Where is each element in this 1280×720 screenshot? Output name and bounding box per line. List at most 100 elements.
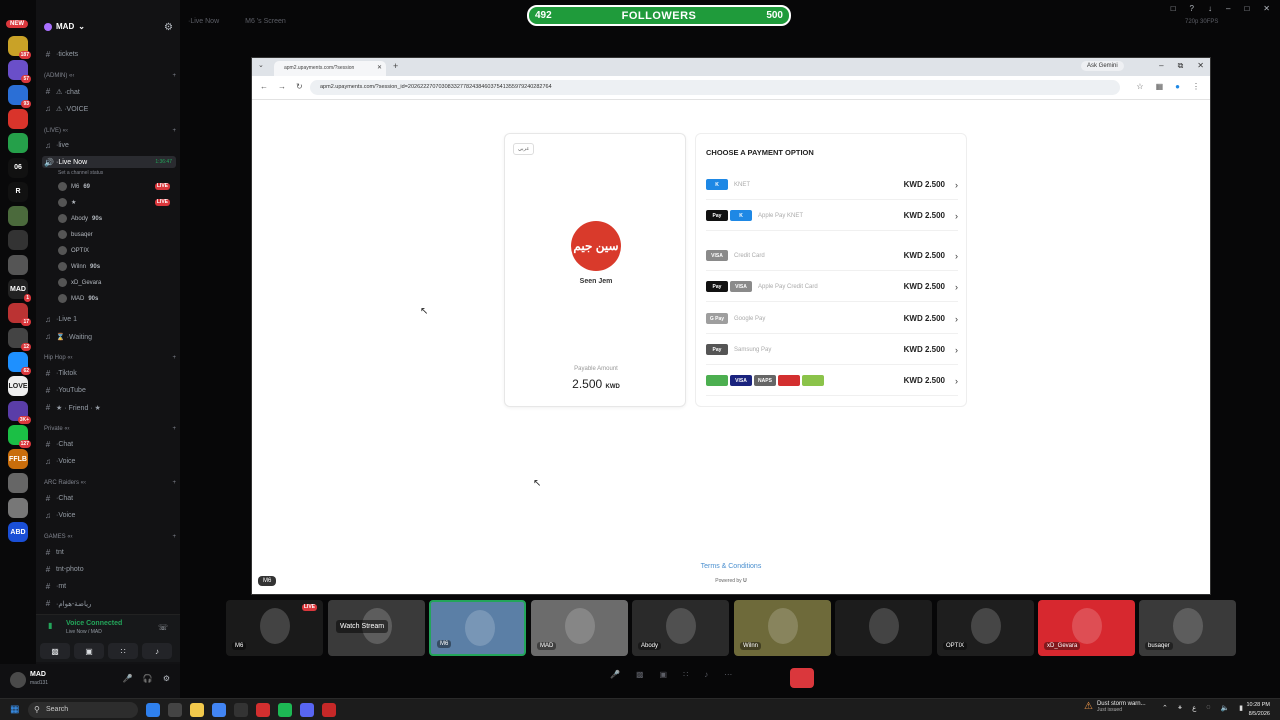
voice-user[interactable]: Wilnn 90s [58,262,174,271]
language-toggle[interactable]: عربي [513,143,535,155]
browser-close-icon[interactable]: ✕ [1197,61,1204,71]
participant-tile[interactable]: xD_Gevara [1038,600,1135,656]
voice-user[interactable]: xD_Gevara [58,278,174,287]
server-icon[interactable] [8,230,28,251]
voice-user[interactable]: M6 69 LIVE [58,182,174,191]
terms-link[interactable]: Terms & Conditions [252,563,1210,570]
weather-widget[interactable]: ⚠ Dust storm warn... Just issued [1084,701,1146,713]
server-icon[interactable]: R [8,181,28,202]
avatar[interactable] [10,672,26,688]
tray-chevron-icon[interactable]: ⌃ [1162,704,1168,712]
server-title[interactable]: MAD ⌄ [44,22,85,31]
obs-icon[interactable] [322,703,336,717]
server-icon[interactable]: 06 [8,157,28,178]
server-icon[interactable]: 57 [8,60,31,84]
text-channel[interactable]: # tnt-photo [44,565,176,574]
participant-tile[interactable]: Watch Stream [328,600,425,656]
server-icon[interactable]: 93 [8,84,31,108]
channel-live-now[interactable]: 🔊 ·Live Now 1:36:47 [42,156,176,168]
server-icon[interactable] [8,133,28,154]
channel-status[interactable]: Set a channel status [58,170,103,176]
inbox-icon[interactable]: □ [1171,4,1176,13]
menu-icon[interactable]: ⋮ [1192,82,1200,91]
voice-user[interactable]: Abody 90s [58,214,174,223]
help-icon[interactable]: ? [1190,4,1194,13]
participant-tile[interactable]: Abody [632,600,729,656]
participant-tile[interactable]: M6 [429,600,526,656]
server-icon[interactable]: LOVE [8,376,28,397]
text-channel[interactable]: # ·Tiktok [44,369,176,378]
payment-option[interactable]: Pay K Apple Pay KNET KWD 2.500 › [706,201,958,231]
camera-toggle-icon[interactable]: ▩ [636,670,644,679]
participant-tile[interactable]: M6 LIVE [226,600,323,656]
soundboard-icon[interactable]: ♪ [704,670,708,679]
taskbar-clock[interactable]: 10:28 PM 8/5/2026 [1246,701,1270,719]
server-icon[interactable]: 187 [8,36,31,59]
language-icon[interactable]: ع [1192,704,1196,712]
text-channel[interactable]: # ·YouTube [44,386,176,395]
payment-option[interactable]: VISA Credit Card KWD 2.500 › [706,241,958,271]
payment-option[interactable]: G Pay Google Pay KWD 2.500 › [706,304,958,334]
text-channel[interactable]: # ·Chat [44,440,176,449]
text-channel[interactable]: # ★ · Friend · ★ [44,403,176,412]
server-icon[interactable]: 12 [8,327,31,351]
discord-icon[interactable] [300,703,314,717]
channel-category[interactable]: (LIVE) «‹ + [44,128,176,134]
reload-icon[interactable]: ↻ [296,82,303,91]
add-channel-icon[interactable]: + [172,128,176,134]
battery-icon[interactable]: ▮ [1239,704,1243,712]
mic-toggle-icon[interactable]: 🎤 [610,670,620,679]
more-icon[interactable]: ⋯ [724,670,732,679]
minimize-icon[interactable]: – [1226,4,1230,13]
server-icon[interactable] [8,206,28,227]
channel-category[interactable]: Private «‹ + [44,426,176,432]
screen-share-button[interactable]: ▣ [74,643,104,659]
wifi-icon[interactable]: ◌ [1206,704,1210,712]
store-icon[interactable] [168,703,182,717]
tab-list-icon[interactable]: ⌄ [258,61,264,69]
channel-category[interactable]: GAMES «‹ + [44,534,176,540]
watch-stream-button[interactable]: Watch Stream [336,620,389,633]
address-bar[interactable]: apm2.upayments.com/?session_id=202622270… [310,80,1120,95]
voice-channel[interactable]: ♫ ·Voice [44,511,176,520]
server-icon[interactable] [8,108,28,129]
end-call-button[interactable] [790,668,814,688]
payment-option[interactable]: Pay Samsung Pay KWD 2.500 › [706,335,958,365]
payment-option[interactable]: Pay VISA Apple Pay Credit Card KWD 2.500 › [706,272,958,302]
profile-icon[interactable]: ● [1175,82,1180,91]
add-channel-icon[interactable]: + [172,355,176,361]
server-icon[interactable] [8,473,28,494]
voice-user[interactable]: MAD 90s [58,294,174,303]
payment-option[interactable]: VISA NAPS KWD 2.500 › [706,366,958,396]
bookmark-star-icon[interactable]: ☆ [1136,82,1143,91]
voice-channel[interactable]: ♫ ⚠ ·VOICE [44,104,176,113]
add-channel-icon[interactable]: + [172,426,176,432]
screen-share-icon[interactable]: ▣ [660,670,668,679]
windows-start-icon[interactable]: ▦ [10,704,19,715]
voice-channel[interactable]: ♫ ·live [44,141,176,150]
browser-restore-icon[interactable]: ⧉ [1178,61,1184,71]
payment-option[interactable]: K KNET KWD 2.500 › [706,170,958,200]
file-explorer-icon[interactable] [190,703,204,717]
add-channel-icon[interactable]: + [172,534,176,540]
voice-channel[interactable]: ♫ ·Live 1 [44,315,176,324]
add-friend-icon[interactable]: ⚙ [164,22,173,33]
server-icon[interactable]: FFLB [8,449,28,470]
voice-user[interactable]: ★ LIVE [58,198,174,207]
server-icon[interactable] [8,254,28,275]
browser-tab[interactable]: apm2.upayments.com/?session ✕ [274,61,386,76]
volume-icon[interactable]: 🔈 [1220,704,1229,712]
voice-channel[interactable]: ♫ ·Voice [44,457,176,466]
browser-minimize-icon[interactable]: – [1159,61,1163,71]
text-channel[interactable]: # tnt [44,548,176,557]
activity-icon[interactable]: ∷ [683,670,688,679]
forward-icon[interactable]: → [278,82,286,91]
text-channel[interactable]: # ·رياضة-هوام [44,599,176,608]
maximize-icon[interactable]: □ [1244,4,1249,13]
add-channel-icon[interactable]: + [172,480,176,486]
edge-icon[interactable] [146,703,160,717]
headphones-icon[interactable]: 🎧 [143,674,153,683]
channel-category[interactable]: ARC Raiders «‹ + [44,480,176,486]
server-icon[interactable]: ABD [8,522,28,542]
channel-category[interactable]: Hip Hop «‹ + [44,355,176,361]
